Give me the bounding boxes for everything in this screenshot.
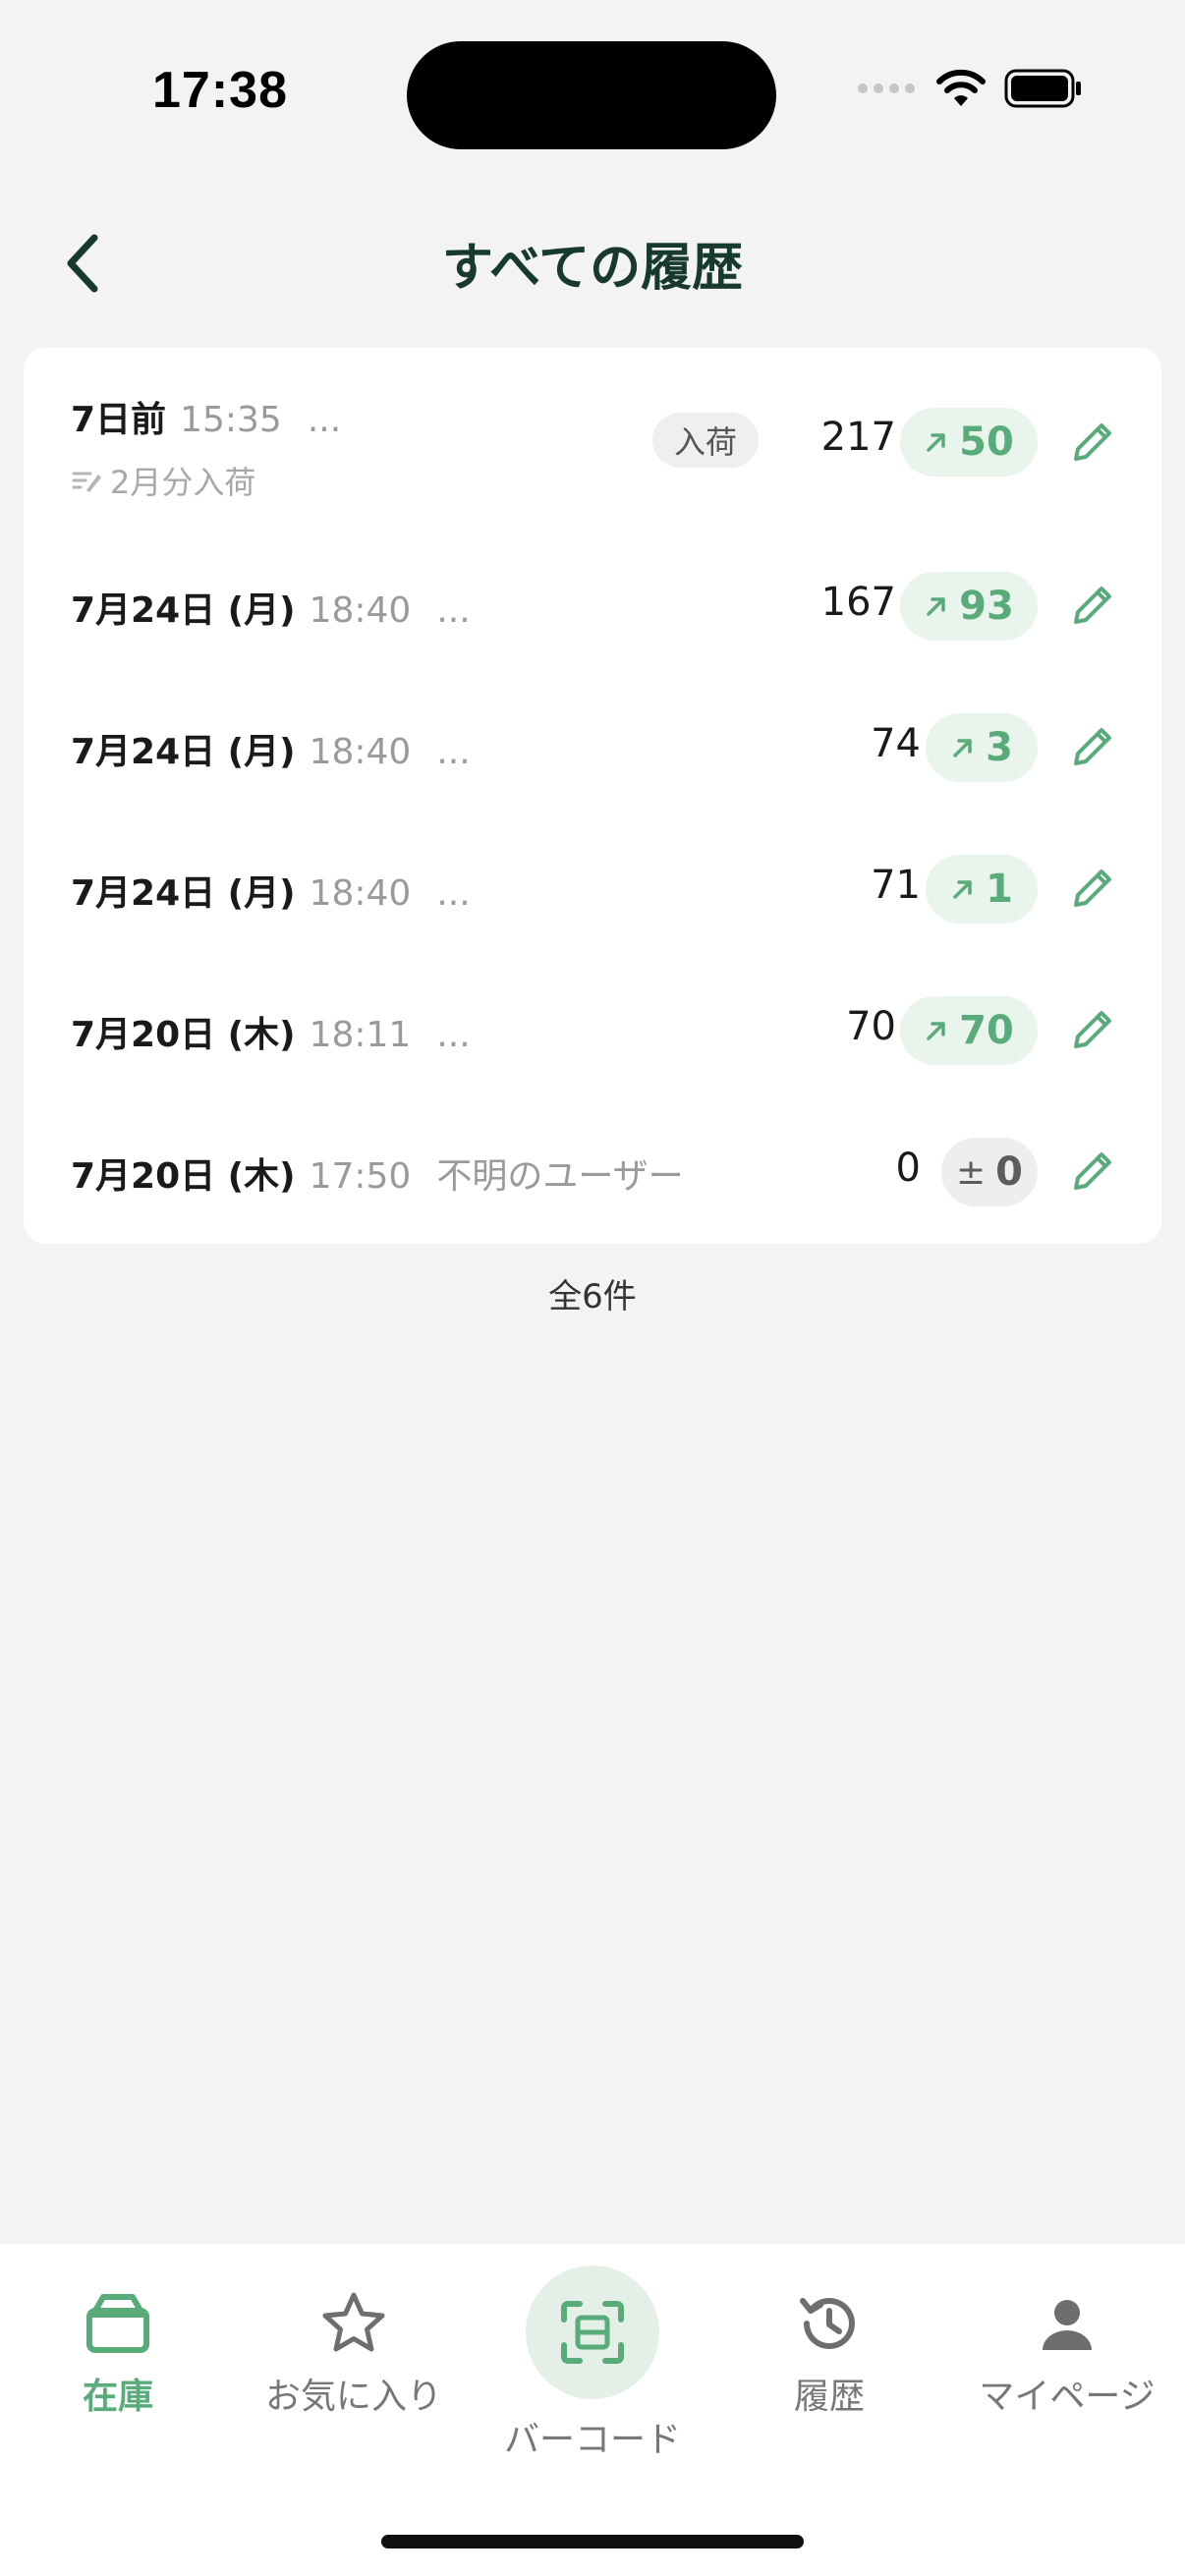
tab-label: お気に入り	[264, 2377, 442, 2417]
row-header: 7月20日 (木) 18:11 ...	[71, 1006, 471, 1057]
status-icons	[857, 69, 1083, 108]
battery-icon	[1004, 69, 1081, 108]
tab-bar: 在庫 お気に入り バーコード 履歴 マイページ	[0, 2244, 1185, 2576]
history-row[interactable]: 7月20日 (木) 17:50 不明のユーザー 0 ± 0	[24, 1100, 1161, 1244]
row-user: 不明のユーザー	[436, 1156, 684, 1197]
home-indicator	[381, 2535, 804, 2548]
pencil-icon	[1074, 587, 1111, 624]
row-date: 7月24日 (月)	[71, 732, 296, 772]
dynamic-island	[407, 41, 776, 149]
edit-button[interactable]	[1063, 1142, 1122, 1201]
tab-label: マイページ	[979, 2377, 1156, 2417]
tab-label: バーコード	[503, 2420, 681, 2460]
page-title: すべての履歴	[441, 239, 744, 298]
row-memo: 2月分入荷	[71, 458, 255, 503]
arrow-up-right-icon	[953, 880, 972, 899]
row-memo-text: 2月分入荷	[110, 464, 256, 501]
row-change-value: 1	[986, 867, 1013, 912]
row-header: 7月24日 (月) 18:40 ...	[71, 723, 471, 774]
row-quantity: 70	[846, 1004, 896, 1049]
row-change-badge: 50	[900, 408, 1038, 476]
row-date: 7月20日 (木)	[71, 1015, 296, 1055]
row-time: 18:11	[309, 1015, 412, 1055]
row-quantity: 167	[820, 580, 896, 625]
edit-button[interactable]	[1063, 717, 1122, 776]
scan-button-bg	[526, 2266, 659, 2399]
row-quantity: 217	[820, 415, 896, 460]
row-user: ...	[436, 873, 471, 914]
row-header: 7月24日 (月) 18:40 ...	[71, 865, 471, 916]
barcode-scan-icon	[561, 2301, 624, 2364]
row-date: 7月20日 (木)	[71, 1156, 296, 1197]
row-quantity: 0	[895, 1146, 921, 1191]
row-time: 17:50	[309, 1156, 412, 1197]
history-icon	[800, 2298, 855, 2349]
edit-button[interactable]	[1063, 1000, 1122, 1059]
star-icon	[322, 2292, 385, 2352]
history-screen: 17:38 すべての履歴 7日前 15:35 ... 2月分入荷 入荷 217 …	[0, 0, 1185, 2576]
pencil-icon	[1074, 1011, 1111, 1048]
box-icon	[86, 2294, 149, 2353]
tab-label: 履歴	[793, 2377, 865, 2417]
row-change-badge: 3	[926, 713, 1038, 782]
row-date: 7月24日 (月)	[71, 873, 296, 914]
row-change-badge: ± 0	[941, 1138, 1038, 1206]
history-row[interactable]: 7月24日 (月) 18:40 ... 167 93	[24, 534, 1161, 676]
edit-button[interactable]	[1063, 859, 1122, 918]
edit-button[interactable]	[1063, 413, 1122, 472]
row-change-badge: 70	[900, 996, 1038, 1065]
tab-barcode[interactable]: バーコード	[475, 2266, 710, 2462]
row-user: ...	[436, 732, 471, 772]
tab-history[interactable]: 履歴	[711, 2289, 947, 2419]
history-row[interactable]: 7月20日 (木) 18:11 ... 70 70	[24, 959, 1161, 1100]
arrow-up-right-icon	[927, 1022, 945, 1040]
row-time: 18:40	[309, 732, 412, 772]
wifi-icon	[936, 69, 986, 106]
row-user: ...	[307, 400, 342, 440]
row-time: 18:40	[309, 873, 412, 914]
arrow-up-right-icon	[927, 433, 945, 452]
row-header: 7月20日 (木) 17:50 不明のユーザー	[71, 1148, 684, 1199]
row-change-value: 3	[986, 725, 1013, 770]
status-time: 17:38	[152, 62, 288, 119]
row-header: 7月24日 (月) 18:40 ...	[71, 582, 471, 633]
row-quantity: 74	[871, 721, 921, 766]
row-date: 7日前	[71, 400, 167, 440]
row-change-value: 93	[959, 584, 1014, 629]
history-row[interactable]: 7月24日 (月) 18:40 ... 74 3	[24, 676, 1161, 817]
tab-favorites[interactable]: お気に入り	[236, 2289, 472, 2419]
pencil-icon	[1074, 728, 1111, 765]
plus-minus-icon: ±	[955, 1151, 987, 1193]
history-row[interactable]: 7月24日 (月) 18:40 ... 71 1	[24, 817, 1161, 959]
row-change-value: 0	[995, 1149, 1023, 1195]
tab-inventory[interactable]: 在庫	[0, 2289, 236, 2419]
row-user: ...	[436, 1015, 471, 1055]
row-header: 7日前 15:35 ...	[71, 391, 341, 442]
tab-mypage[interactable]: マイページ	[949, 2289, 1185, 2419]
signal-icon	[858, 84, 915, 93]
tab-label: 在庫	[82, 2377, 153, 2417]
row-change-value: 70	[959, 1008, 1014, 1053]
edit-button[interactable]	[1063, 576, 1122, 635]
row-time: 18:40	[309, 590, 412, 631]
row-change-badge: 93	[900, 572, 1038, 641]
row-user: ...	[436, 590, 471, 631]
arrow-up-right-icon	[953, 739, 972, 757]
pencil-icon	[1074, 1152, 1111, 1190]
memo-icon	[72, 472, 101, 492]
person-icon	[1043, 2300, 1092, 2350]
pencil-icon	[1074, 869, 1111, 907]
pencil-icon	[1074, 423, 1111, 461]
row-time: 15:35	[180, 400, 282, 440]
row-change-value: 50	[959, 420, 1014, 465]
total-count: 全6件	[548, 1277, 637, 1316]
history-row[interactable]: 7日前 15:35 ... 2月分入荷 入荷 217 50	[24, 348, 1161, 534]
arrow-up-right-icon	[927, 597, 945, 616]
row-change-badge: 1	[926, 855, 1038, 924]
row-date: 7月24日 (月)	[71, 590, 296, 631]
row-quantity: 71	[871, 863, 921, 908]
row-tag: 入荷	[652, 413, 759, 468]
history-list: 7日前 15:35 ... 2月分入荷 入荷 217 50 7月24日 (月) …	[24, 348, 1161, 1244]
